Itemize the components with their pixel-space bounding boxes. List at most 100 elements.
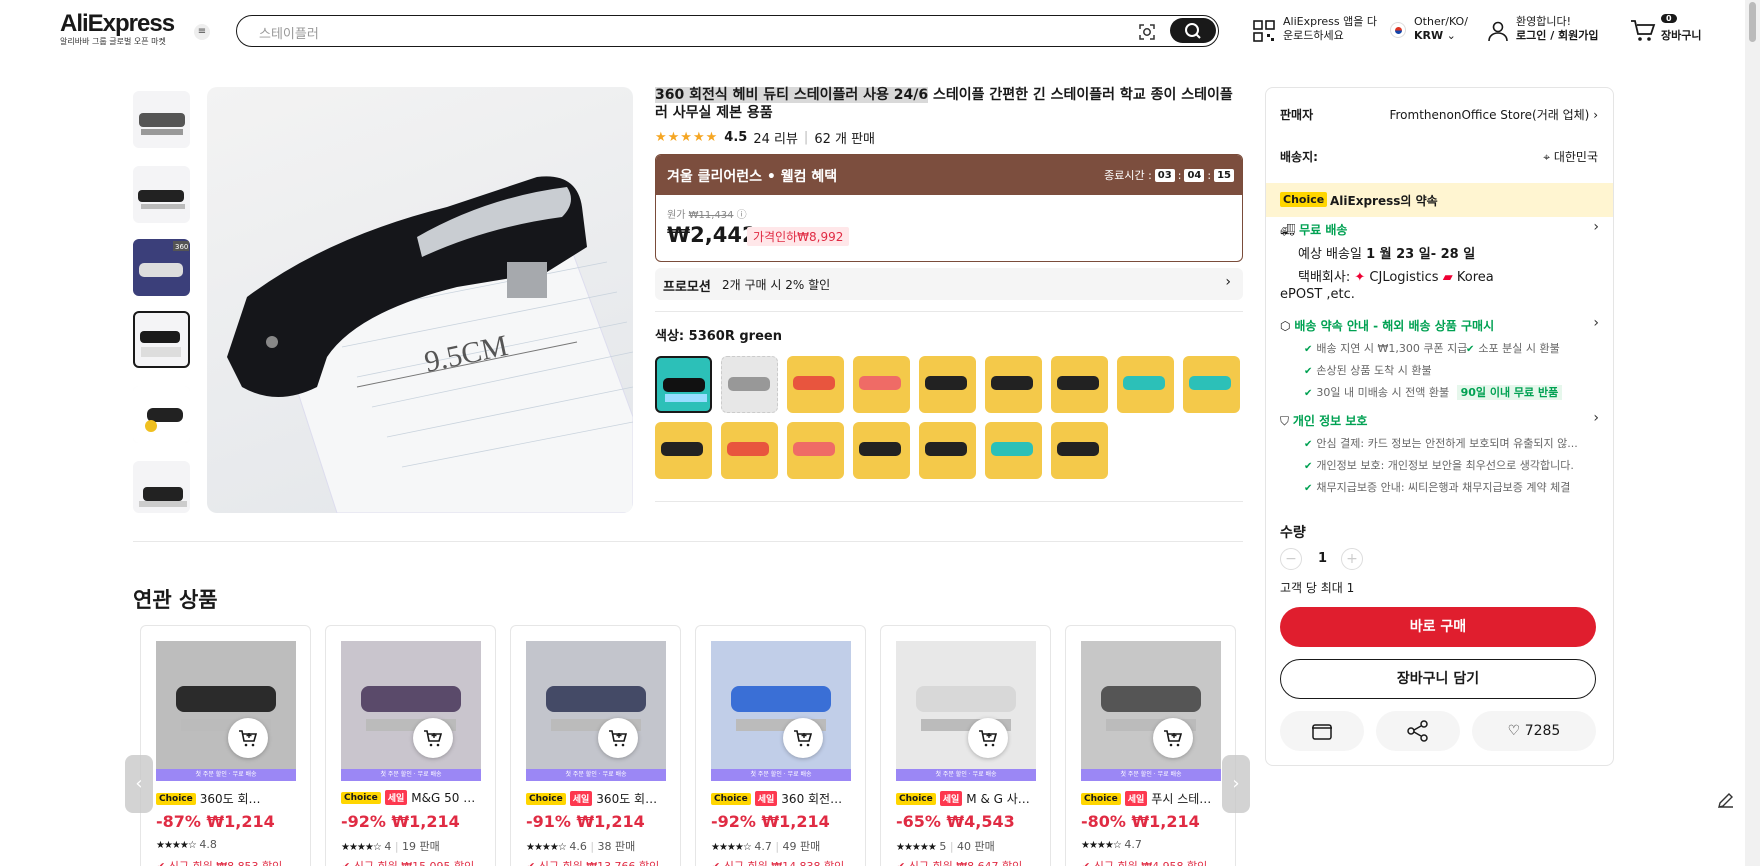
product-card-image[interactable]: 첫 주문 할인 · 무료 배송	[156, 641, 296, 781]
product-thumbnail[interactable]	[133, 91, 190, 148]
product-card-price: -80% ₩1,214	[1081, 812, 1200, 831]
quick-add-cart-button[interactable]	[598, 718, 638, 758]
carousel-next-button[interactable]: ›	[1222, 755, 1250, 813]
carousel-prev-button[interactable]: ‹	[125, 755, 153, 813]
account-link[interactable]: 환영합니다! 로그인 / 회원가입	[1516, 15, 1599, 43]
separator: |	[775, 840, 780, 853]
wishlist-button[interactable]: ♡ 7285	[1472, 711, 1596, 751]
courier-logo-icon: ✦	[1354, 270, 1366, 285]
separator: |	[949, 840, 954, 853]
color-swatch[interactable]	[919, 356, 976, 413]
menu-icon[interactable]: ≡	[194, 24, 210, 40]
color-swatch[interactable]	[853, 356, 910, 413]
page-scrollbar[interactable]	[1745, 0, 1760, 866]
quick-add-cart-button[interactable]	[968, 718, 1008, 758]
cart-label[interactable]: 장바구니	[1661, 29, 1701, 43]
search-bar[interactable]: 스테이플러	[236, 15, 1219, 47]
related-products-title: 연관 상품	[133, 588, 218, 612]
search-button[interactable]	[1170, 18, 1216, 43]
aliexpress-logo[interactable]: AliExpress 알리바바 그룹 글로벌 오픈 마켓	[60, 10, 175, 47]
ship-to-selector[interactable]: ⌖ 대한민국	[1486, 148, 1598, 165]
product-card-image[interactable]: 첫 주문 할인 · 무료 배송	[341, 641, 481, 781]
product-thumbnail-selected[interactable]	[133, 311, 190, 368]
user-icon[interactable]	[1486, 19, 1510, 43]
main-product-image[interactable]: 9.5CM	[207, 87, 633, 513]
color-swatch[interactable]	[1051, 356, 1108, 413]
color-swatch[interactable]	[787, 356, 844, 413]
color-swatch[interactable]	[985, 356, 1042, 413]
color-swatch[interactable]	[721, 356, 778, 413]
info-icon[interactable]: ⓘ	[737, 210, 747, 221]
product-thumbnail[interactable]: 360	[133, 239, 190, 296]
edit-icon[interactable]	[1714, 788, 1738, 812]
quick-add-cart-button[interactable]	[228, 718, 268, 758]
quantity-decrease-button[interactable]: −	[1280, 548, 1302, 570]
quick-add-cart-button[interactable]	[1153, 718, 1193, 758]
product-card-name[interactable]: Choice 세일 M&G 50 …	[341, 790, 475, 805]
product-thumbnail[interactable]	[133, 461, 190, 513]
product-card-name[interactable]: Choice 세일 M & G 사…	[896, 790, 1030, 807]
seller-row[interactable]: 판매자	[1280, 106, 1313, 123]
product-card-name[interactable]: Choice 세일 푸시 스테…	[1081, 790, 1211, 807]
image-search-icon[interactable]	[1137, 22, 1157, 42]
add-to-cart-button[interactable]: 장바구니 담기	[1280, 659, 1596, 699]
privacy-title: 개인 정보 보호	[1292, 414, 1368, 428]
product-card-image[interactable]: 첫 주문 할인 · 무료 배송	[1081, 641, 1221, 781]
product-card-name[interactable]: Choice 세일 360 회전…	[711, 790, 842, 807]
product-card-name[interactable]: Choice 세일 360도 회…	[526, 790, 657, 807]
color-swatch[interactable]	[1183, 356, 1240, 413]
color-swatch[interactable]	[919, 422, 976, 479]
product-name: M & G 사…	[966, 792, 1030, 806]
title-highlight: 360 회전식 헤비 듀티 스테이플러 사용 24/6	[655, 87, 929, 103]
region-selector[interactable]: Other/KO/ KRW ⌄	[1414, 15, 1468, 43]
download-app-link[interactable]: AliExpress 앱을 다 운로드하세요	[1283, 15, 1377, 43]
product-card-name[interactable]: Choice 360도 회…	[156, 790, 261, 807]
privacy-row[interactable]: ⛉ 개인 정보 보호	[1280, 412, 1367, 429]
promotion-row[interactable]: 프로모션 2개 구매 시 2% 할인 ›	[655, 268, 1243, 300]
color-swatch[interactable]	[853, 422, 910, 479]
choice-badge: Choice	[526, 792, 566, 805]
store-button[interactable]	[1280, 711, 1364, 751]
quick-add-cart-button[interactable]	[783, 718, 823, 758]
delivery-promise-row[interactable]: ⬡ 배송 약속 안내 - 해외 배송 상품 구매시	[1280, 317, 1494, 334]
product-card-image[interactable]: 첫 주문 할인 · 무료 배송	[711, 641, 851, 781]
product-card[interactable]: 첫 주문 할인 · 무료 배송 Choice 세일 360도 회… -91% ₩1,21…	[510, 625, 681, 866]
seller-store-link[interactable]: FromthenonOffice Store(거래 업체) ›	[1384, 106, 1598, 123]
product-photo	[896, 641, 1036, 781]
product-card[interactable]: 첫 주문 할인 · 무료 배송 Choice 세일 360 회전… -92% ₩1,21…	[695, 625, 866, 866]
scrollbar-thumb[interactable]	[1749, 2, 1756, 42]
review-count[interactable]: 24 리뷰	[753, 128, 798, 147]
rating-row[interactable]: ★★★★★ 4.5 24 리뷰 | 62 개 판매	[655, 128, 875, 147]
product-card[interactable]: 첫 주문 할인 · 무료 배송 Choice 360도 회… -87% ₩1,214 ★…	[140, 625, 311, 866]
product-card[interactable]: 첫 주문 할인 · 무료 배송 Choice 세일 푸시 스테… -80% ₩1,214…	[1065, 625, 1236, 866]
color-swatch-selected[interactable]	[655, 356, 712, 413]
share-button[interactable]	[1376, 711, 1460, 751]
quantity-value[interactable]: 1	[1318, 551, 1327, 566]
color-swatch[interactable]	[1051, 422, 1108, 479]
color-swatch[interactable]	[787, 422, 844, 479]
product-thumbnail[interactable]	[133, 166, 190, 223]
chevron-right-icon[interactable]: ›	[1593, 315, 1599, 331]
free-shipping-text: 무료 배송	[1299, 223, 1348, 237]
free-shipping-row[interactable]: 🚚︎ 무료 배송	[1280, 221, 1347, 238]
cart-icon[interactable]	[1630, 19, 1656, 43]
color-swatch[interactable]	[655, 422, 712, 479]
search-input[interactable]: 스테이플러	[259, 23, 319, 42]
color-swatch[interactable]	[721, 422, 778, 479]
color-swatch[interactable]	[1117, 356, 1174, 413]
product-card-image[interactable]: 첫 주문 할인 · 무료 배송	[526, 641, 666, 781]
chevron-right-icon[interactable]: ›	[1593, 410, 1599, 426]
stapler-thumbnail-image	[138, 190, 185, 209]
product-card-image[interactable]: 첫 주문 할인 · 무료 배송	[896, 641, 1036, 781]
coupon-text: 신규 회원 ₩8,647 할인	[909, 860, 1023, 866]
new-member-coupon: ✔ 신규 회원 ₩8,853 할인	[156, 858, 306, 866]
color-swatch[interactable]	[985, 422, 1042, 479]
buy-now-button[interactable]: 바로 구매	[1280, 607, 1596, 647]
product-thumbnail[interactable]	[133, 386, 190, 443]
quantity-increase-button[interactable]: +	[1341, 548, 1363, 570]
product-card[interactable]: 첫 주문 할인 · 무료 배송 Choice 세일 M&G 50 … -92% ₩1,2…	[325, 625, 496, 866]
quick-add-cart-button[interactable]	[413, 718, 453, 758]
chevron-right-icon[interactable]: ›	[1593, 219, 1599, 235]
qr-code-icon[interactable]	[1252, 19, 1276, 43]
product-card[interactable]: 첫 주문 할인 · 무료 배송 Choice 세일 M & G 사… -65% ₩4,5…	[880, 625, 1051, 866]
